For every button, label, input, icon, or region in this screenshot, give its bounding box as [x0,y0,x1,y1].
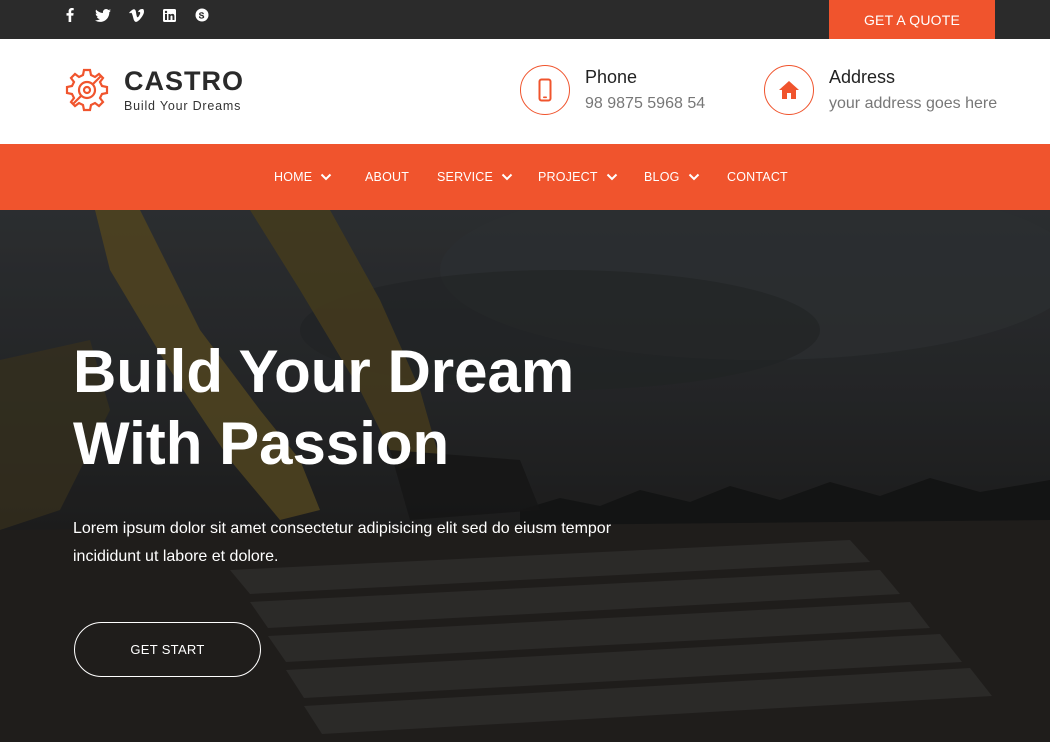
nav-label: PROJECT [538,170,598,184]
phone-number[interactable]: 98 9875 5968 54 [585,95,705,113]
chevron-down-icon [688,173,699,181]
nav-item-blog[interactable]: BLOG [644,144,700,210]
chevron-down-icon [501,173,513,181]
chevron-down-icon [321,173,332,181]
hero-description: Lorem ipsum dolor sit amet consectetur a… [73,520,612,565]
nav-item-contact[interactable]: CONTACT [727,144,788,210]
nav-label: ABOUT [365,170,410,184]
nav-label: CONTACT [727,170,788,184]
site-header: CASTRO Build Your Dreams Phone 98 9875 5… [0,39,1050,144]
main-navigation: HOME ABOUT SERVICE PROJECT BLOG CONTACT [0,144,1050,210]
address-title: Address [829,67,896,87]
nav-label: BLOG [644,170,680,184]
nav-item-home[interactable]: HOME [274,144,332,210]
home-icon-circle [764,65,814,115]
twitter-icon[interactable] [93,6,113,24]
linkedin-icon[interactable] [159,6,179,24]
nav-item-service[interactable]: SERVICE [437,144,513,210]
brand-tagline: Build Your Dreams [124,99,242,113]
phone-icon-circle [520,65,570,115]
brand-name[interactable]: CASTRO [124,66,244,97]
hero-title-line-2: With Passion [73,410,450,477]
hero-title: Build Your Dream With Passion [73,336,574,480]
get-a-quote-button[interactable]: GET A QUOTE [829,0,995,39]
vimeo-icon[interactable] [126,6,146,24]
skype-icon[interactable] [192,6,212,24]
phone-icon [538,78,552,102]
facebook-icon[interactable] [60,6,80,24]
nav-label: HOME [274,170,313,184]
address-value: your address goes here [829,95,998,112]
social-links [60,6,212,24]
nav-label: SERVICE [437,170,494,184]
home-icon [779,81,799,99]
gear-wrench-logo-icon[interactable] [64,67,110,113]
get-start-button[interactable]: GET START [74,622,261,677]
phone-title: Phone [585,67,638,87]
chevron-down-icon [606,173,617,181]
hero-title-line-1: Build Your Dream [73,338,575,405]
top-bar: GET A QUOTE [0,0,1050,39]
nav-item-about[interactable]: ABOUT [365,144,409,210]
hero-section: Build Your Dream With Passion Lorem ipsu… [0,210,1050,742]
nav-item-project[interactable]: PROJECT [538,144,618,210]
